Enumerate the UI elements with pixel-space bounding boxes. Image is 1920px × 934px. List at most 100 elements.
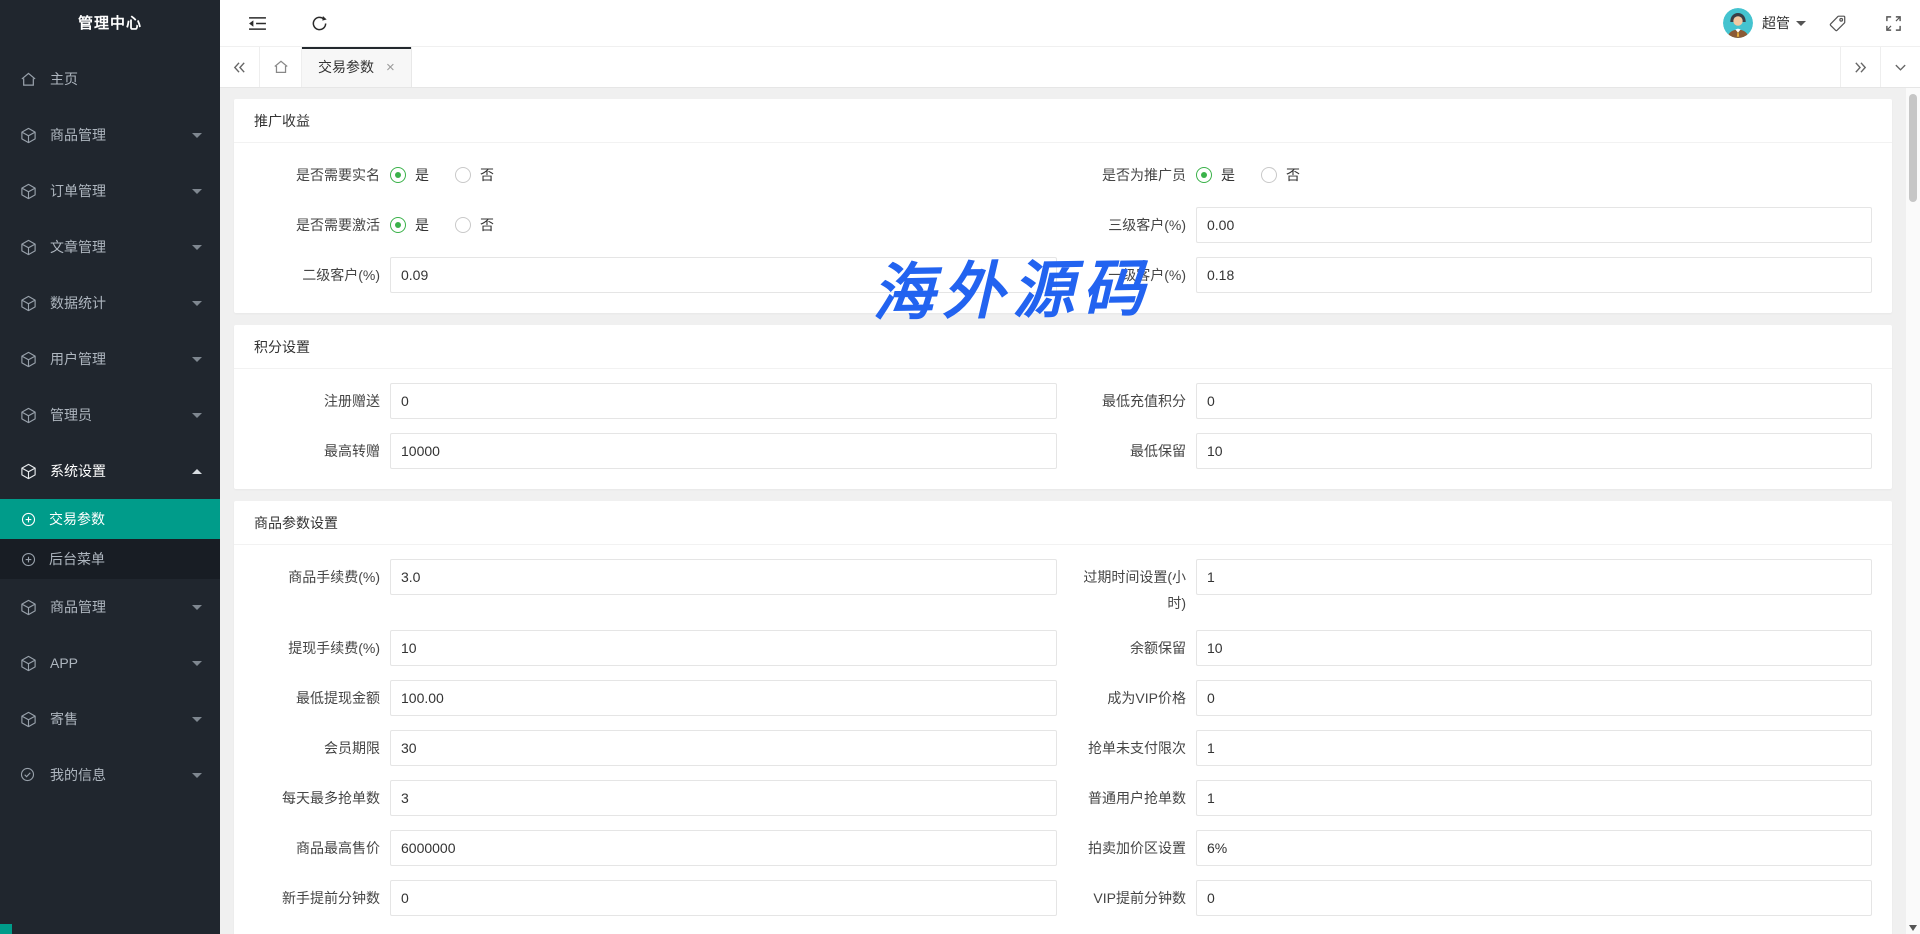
field-label: 提现手续费(%) [254, 630, 390, 661]
form-field: 商品手续费(%) [254, 559, 1057, 616]
radio-option[interactable]: 是 [390, 215, 429, 235]
sidebar-item[interactable]: 订单管理 [0, 163, 220, 219]
field-input[interactable] [390, 559, 1057, 595]
sidebar-subitem[interactable]: 交易参数 [0, 499, 220, 539]
dropdown-caret-icon[interactable] [1796, 21, 1806, 26]
cube-icon [20, 183, 37, 200]
field-label: 一级客户(%) [1069, 257, 1196, 288]
username[interactable]: 超管 [1762, 13, 1790, 33]
field-input[interactable] [1196, 207, 1872, 243]
sidebar-item[interactable]: 系统设置 [0, 443, 220, 499]
sidebar-item[interactable]: 我的信息 [0, 747, 220, 803]
scrollbar-down-arrow[interactable] [1909, 925, 1917, 931]
avatar[interactable] [1723, 8, 1753, 38]
sidebar-item[interactable]: 商品管理 [0, 579, 220, 635]
field-input[interactable] [1196, 383, 1872, 419]
radio-group: 是否 [1196, 157, 1326, 193]
radio-selected-icon[interactable] [390, 217, 406, 233]
radio-option[interactable]: 是 [390, 165, 429, 185]
field-input[interactable] [390, 780, 1057, 816]
form-row: 商品手续费(%)过期时间设置(小时) [254, 559, 1872, 616]
sidebar-item[interactable]: 数据统计 [0, 275, 220, 331]
scroll-left-icon[interactable] [220, 47, 260, 87]
sidebar-item[interactable]: 主页 [0, 51, 220, 107]
form-field: 成为VIP价格 [1069, 680, 1872, 716]
sidebar-item-label: 管理员 [50, 405, 92, 425]
card-body: 注册赠送最低充值积分最高转赠最低保留 [234, 369, 1892, 489]
sidebar-item[interactable]: 商品管理 [0, 107, 220, 163]
field-input[interactable] [1196, 780, 1872, 816]
form-field: 最低提现金额 [254, 680, 1057, 716]
fullscreen-icon[interactable] [1885, 15, 1902, 32]
collapse-menu-icon[interactable] [248, 16, 267, 31]
field-label: 拍卖加价区设置 [1069, 830, 1196, 861]
close-icon[interactable]: × [386, 60, 395, 75]
field-label: 二级客户(%) [254, 257, 390, 288]
tab-menu-icon[interactable] [1880, 47, 1920, 87]
scrollbar-track[interactable] [1906, 88, 1920, 934]
form-row: 商品最高售价拍卖加价区设置 [254, 830, 1872, 866]
field-label: 是否为推广员 [1069, 157, 1196, 188]
field-input[interactable] [390, 630, 1057, 666]
form-field: 是否为推广员是否 [1069, 157, 1872, 193]
form-field: 余额保留 [1069, 630, 1872, 666]
field-input[interactable] [1196, 559, 1872, 595]
radio-option[interactable]: 是 [1196, 165, 1235, 185]
form-field: 是否需要实名是否 [254, 157, 1057, 193]
tag-icon[interactable] [1828, 14, 1847, 33]
field-input[interactable] [390, 680, 1057, 716]
field-input[interactable] [1196, 680, 1872, 716]
sidebar-subitem-label: 交易参数 [49, 509, 105, 529]
radio-option[interactable]: 否 [455, 165, 494, 185]
sidebar-submenu: 交易参数后台菜单 [0, 499, 220, 579]
tab-label: 交易参数 [318, 57, 374, 77]
field-input[interactable] [1196, 257, 1872, 293]
field-input[interactable] [390, 257, 1057, 293]
radio-selected-icon[interactable] [390, 167, 406, 183]
radio-unselected-icon[interactable] [455, 217, 471, 233]
field-input[interactable] [390, 730, 1057, 766]
radio-selected-icon[interactable] [1196, 167, 1212, 183]
card-body: 商品手续费(%)过期时间设置(小时) 提现手续费(%) 余额保留最低提现金额成为VI… [234, 545, 1892, 934]
sidebar-item[interactable]: 寄售 [0, 691, 220, 747]
radio-unselected-icon[interactable] [1261, 167, 1277, 183]
scrollbar-thumb[interactable] [1909, 94, 1917, 202]
field-input[interactable] [390, 880, 1057, 916]
field-input[interactable] [1196, 433, 1872, 469]
settings-card: 商品参数设置商品手续费(%)过期时间设置(小时)提现手续费(%)余额保留最低提现… [234, 501, 1892, 934]
tab-active[interactable]: 交易参数 × [302, 47, 412, 87]
refresh-icon[interactable] [311, 15, 328, 32]
radio-option[interactable]: 否 [1261, 165, 1300, 185]
scroll-right-icon[interactable] [1840, 47, 1880, 87]
form-field: VIP提前分钟数 [1069, 880, 1872, 916]
tab-home[interactable] [260, 47, 302, 87]
field-input[interactable] [1196, 630, 1872, 666]
form-row: 注册赠送最低充值积分 [254, 383, 1872, 419]
field-input[interactable] [1196, 880, 1872, 916]
sidebar-item[interactable]: APP [0, 635, 220, 691]
form-field: 最高转赠 [254, 433, 1057, 469]
field-label: 余额保留 [1069, 630, 1196, 661]
form-row: 最高转赠最低保留 [254, 433, 1872, 469]
radio-option[interactable]: 否 [455, 215, 494, 235]
topbar-right: 超管 [1723, 8, 1902, 38]
sidebar-item[interactable]: 用户管理 [0, 331, 220, 387]
field-input[interactable] [390, 830, 1057, 866]
sidebar-item[interactable]: 文章管理 [0, 219, 220, 275]
field-input[interactable] [390, 383, 1057, 419]
circle-plus-icon [21, 512, 36, 527]
radio-label: 是 [415, 165, 429, 185]
sidebar-subitem-label: 后台菜单 [49, 549, 105, 569]
field-input[interactable] [1196, 830, 1872, 866]
radio-label: 否 [1286, 165, 1300, 185]
field-label: 普通用户抢单数 [1069, 780, 1196, 811]
radio-unselected-icon[interactable] [455, 167, 471, 183]
sidebar-item[interactable]: 管理员 [0, 387, 220, 443]
field-input[interactable] [390, 433, 1057, 469]
radio-group: 是否 [390, 207, 520, 243]
radio-label: 否 [480, 215, 494, 235]
sidebar-item-label: 用户管理 [50, 349, 106, 369]
sidebar-subitem[interactable]: 后台菜单 [0, 539, 220, 579]
active-item-indicator [0, 924, 12, 934]
field-input[interactable] [1196, 730, 1872, 766]
